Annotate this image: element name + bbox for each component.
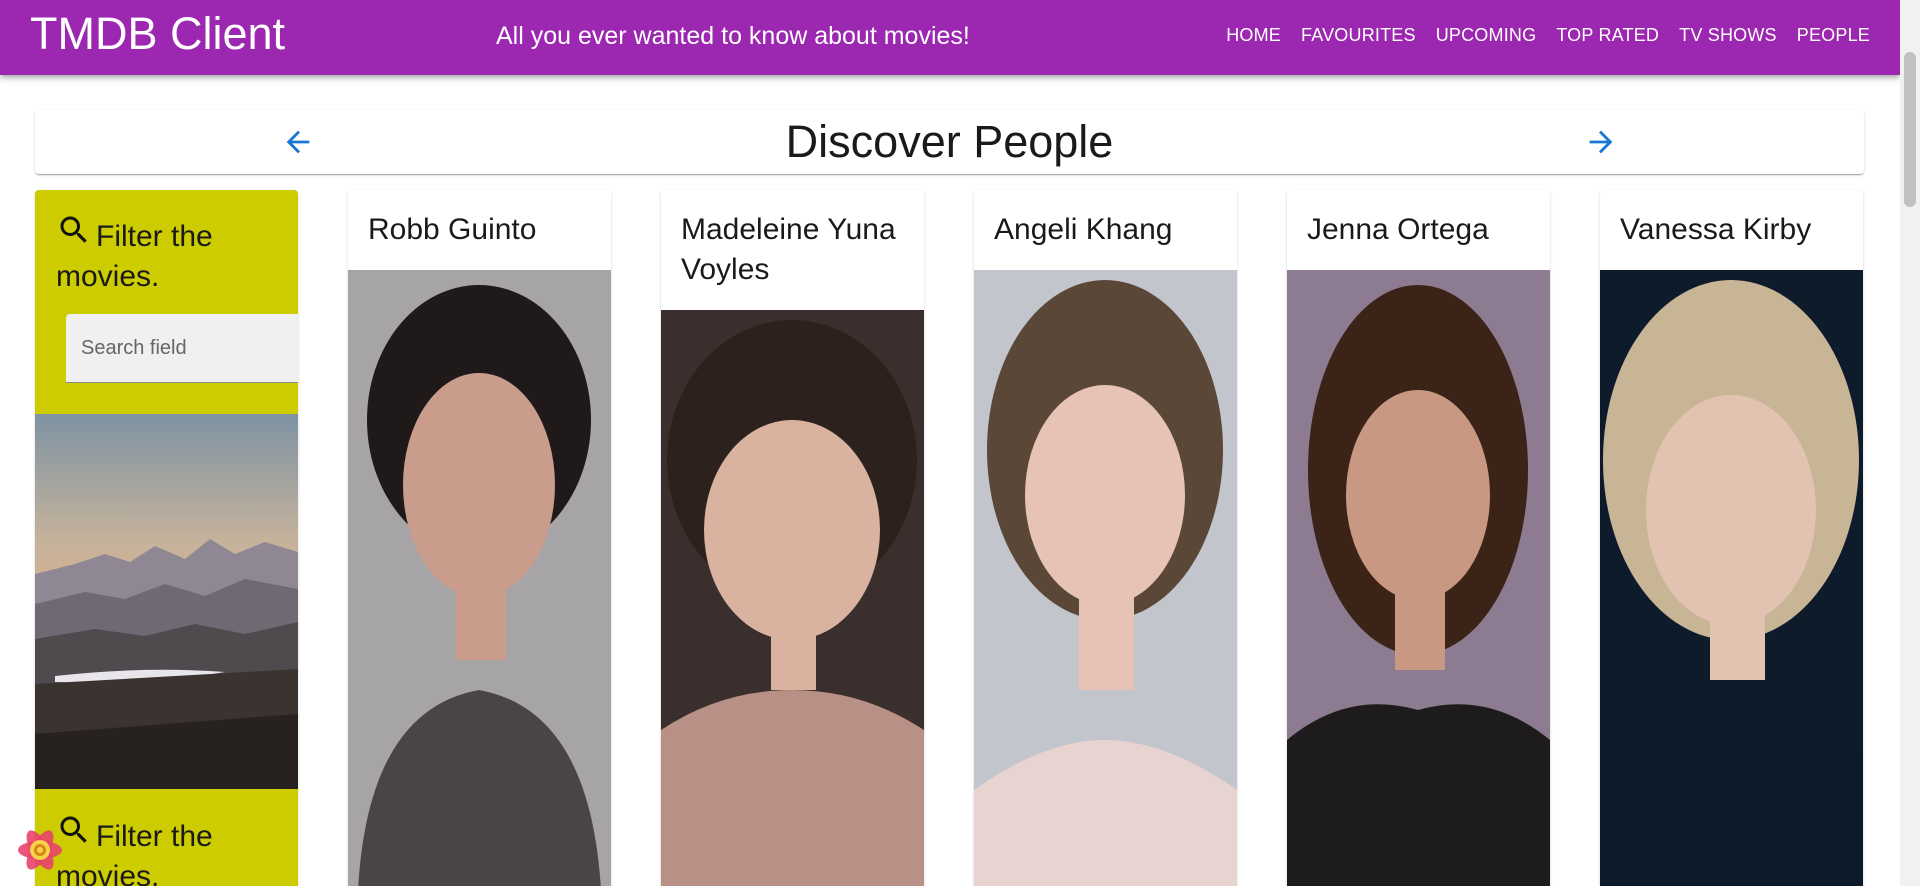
person-portrait[interactable] bbox=[1600, 270, 1863, 886]
main-nav: HOME FAVOURITES UPCOMING TOP RATED TV SH… bbox=[1216, 0, 1880, 70]
person-name[interactable]: Jenna Ortega bbox=[1287, 190, 1550, 250]
person-portrait[interactable] bbox=[1287, 270, 1550, 886]
portrait-face bbox=[1346, 390, 1490, 600]
filter-heading-secondary: Filter the movies. bbox=[56, 812, 298, 886]
person-portrait[interactable] bbox=[348, 270, 611, 886]
portrait-face bbox=[403, 373, 555, 597]
portrait-top bbox=[1600, 718, 1863, 886]
page-scrollbar[interactable] bbox=[1900, 0, 1920, 886]
app-bar: TMDB Client All you ever wanted to know … bbox=[0, 0, 1900, 75]
filter-card: Filter the movies. Filter the movies. bbox=[35, 190, 298, 886]
person-name[interactable]: Madeleine Yuna Voyles bbox=[661, 190, 924, 290]
scrollbar-thumb[interactable] bbox=[1904, 52, 1916, 207]
nav-favourites[interactable]: FAVOURITES bbox=[1291, 19, 1426, 52]
portrait-face bbox=[1025, 385, 1185, 605]
portrait-top bbox=[661, 690, 924, 886]
arrow-forward-icon bbox=[1589, 130, 1613, 154]
portrait-face bbox=[1646, 395, 1816, 625]
person-card[interactable]: Jenna Ortega bbox=[1287, 190, 1550, 886]
tagline: All you ever wanted to know about movies… bbox=[496, 22, 970, 50]
react-logo-icon bbox=[18, 830, 62, 870]
nav-upcoming[interactable]: UPCOMING bbox=[1426, 19, 1547, 52]
person-name[interactable]: Robb Guinto bbox=[348, 190, 611, 250]
react-query-devtools-button[interactable] bbox=[12, 822, 68, 878]
portrait-top bbox=[1287, 704, 1550, 886]
page-header: Discover People bbox=[35, 110, 1864, 174]
search-input[interactable] bbox=[66, 314, 298, 382]
person-name[interactable]: Angeli Khang bbox=[974, 190, 1237, 250]
person-card[interactable]: Robb Guinto bbox=[348, 190, 611, 886]
nav-home[interactable]: HOME bbox=[1216, 19, 1291, 52]
next-page-button[interactable] bbox=[1577, 118, 1625, 166]
person-portrait[interactable] bbox=[974, 270, 1237, 886]
nav-top-rated[interactable]: TOP RATED bbox=[1546, 19, 1669, 52]
portrait-face bbox=[704, 420, 880, 640]
person-card[interactable]: Angeli Khang bbox=[974, 190, 1237, 886]
nav-people[interactable]: PEOPLE bbox=[1787, 19, 1880, 52]
search-field[interactable] bbox=[66, 314, 298, 383]
person-card[interactable]: Vanessa Kirby bbox=[1600, 190, 1863, 886]
nav-tv-shows[interactable]: TV SHOWS bbox=[1669, 19, 1787, 52]
search-icon bbox=[60, 216, 87, 243]
filter-heading: Filter the movies. bbox=[56, 212, 298, 297]
brand-title[interactable]: TMDB Client bbox=[30, 9, 285, 59]
person-portrait[interactable] bbox=[661, 310, 924, 886]
filter-card-image bbox=[35, 414, 298, 789]
person-card[interactable]: Madeleine Yuna Voyles bbox=[661, 190, 924, 886]
person-name[interactable]: Vanessa Kirby bbox=[1600, 190, 1863, 250]
